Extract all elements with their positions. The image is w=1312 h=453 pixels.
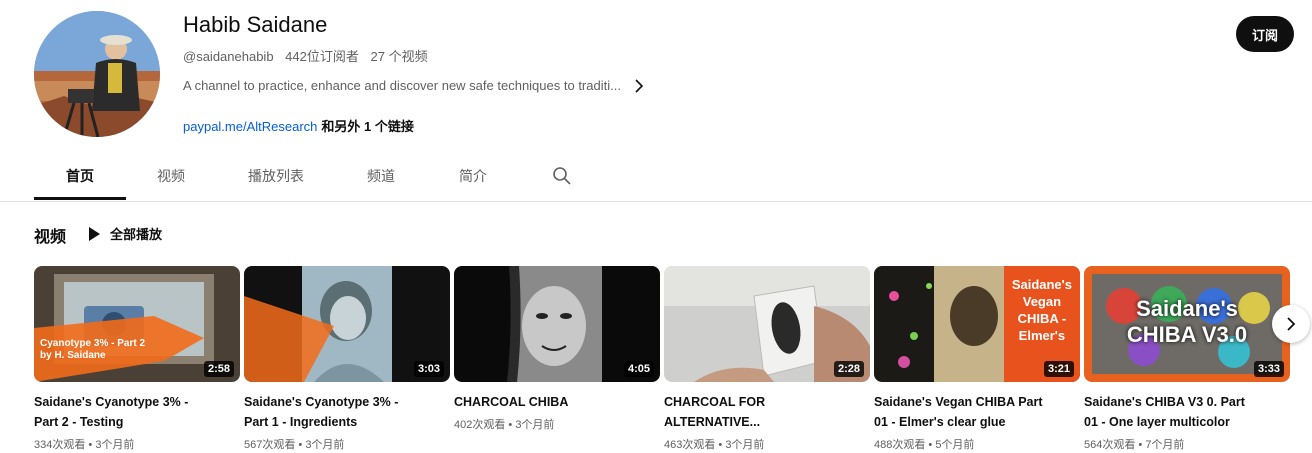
play-icon (89, 226, 100, 241)
chevron-right-icon[interactable] (633, 78, 645, 93)
tab-playlists[interactable]: 播放列表 (232, 157, 320, 198)
channel-tabs: 首页 视频 播放列表 频道 简介 (0, 157, 1312, 202)
description-text: A channel to practice, enhance and disco… (183, 78, 621, 93)
video-meta: 463次观看 • 3个月前 (664, 439, 765, 451)
video-meta: 334次观看 • 3个月前 (34, 439, 135, 451)
thumbnail-caption: Cyanotype 3% - Part 2 (40, 338, 146, 349)
video-title[interactable]: Saidane's CHIBA V3 0. Part 01 - One laye… (1084, 392, 1290, 432)
video-card[interactable]: Saidane's Vegan CHIBA - Elmer's 3:21 Sai… (874, 266, 1080, 452)
video-title[interactable]: Saidane's Cyanotype 3% - Part 1 - Ingred… (244, 392, 450, 432)
video-title-line: Saidane's Vegan CHIBA Part (874, 395, 1043, 409)
video-title-line: Saidane's CHIBA V3 0. Part (1084, 395, 1245, 409)
video-thumbnail[interactable]: 4:05 (454, 266, 660, 382)
video-duration: 2:28 (833, 361, 864, 377)
video-meta: 567次观看 • 3个月前 (244, 439, 345, 451)
play-all-label: 全部播放 (110, 227, 163, 242)
video-card[interactable]: Cyanotype 3% - Part 2 by H. Saidane 2:58… (34, 266, 240, 452)
channel-description[interactable]: A channel to practice, enhance and disco… (183, 78, 645, 93)
video-title-line: ALTERNATIVE... (664, 415, 761, 429)
tab-channels[interactable]: 频道 (352, 157, 410, 198)
video-duration: 3:21 (1043, 361, 1074, 377)
thumbnail-caption: Saidane's (1136, 296, 1238, 321)
video-title[interactable]: Saidane's Vegan CHIBA Part 01 - Elmer's … (874, 392, 1080, 432)
channel-handle: @saidanehabib (183, 49, 274, 64)
thumbnail-caption: CHIBA - (1017, 311, 1067, 326)
subscribe-button[interactable]: 订阅 (1236, 16, 1294, 52)
tab-home[interactable]: 首页 (34, 157, 126, 200)
video-count: 27 个视频 (370, 49, 428, 64)
channel-meta: @saidanehabib 442位订阅者 27 个视频 (183, 46, 436, 65)
video-title[interactable]: Saidane's Cyanotype 3% - Part 2 - Testin… (34, 392, 240, 432)
video-thumbnail[interactable]: Saidane's Vegan CHIBA - Elmer's 3:21 (874, 266, 1080, 382)
thumbnail-caption: Elmer's (1018, 328, 1066, 343)
video-meta: 488次观看 • 5个月前 (874, 439, 975, 451)
section-title: 视频 (34, 229, 67, 246)
video-thumbnail[interactable]: 2:28 (664, 266, 870, 382)
video-title-line: 01 - Elmer's clear glue (874, 415, 1006, 429)
tab-videos[interactable]: 视频 (142, 157, 200, 198)
thumbnail-caption: by H. Saidane (40, 350, 106, 361)
subscriber-count: 442位订阅者 (285, 49, 359, 64)
video-title-line: Saidane's Cyanotype 3% - (34, 395, 189, 409)
video-title-line: Part 1 - Ingredients (244, 415, 358, 429)
video-title[interactable]: CHARCOAL FOR ALTERNATIVE... (664, 392, 870, 432)
more-links[interactable]: 和另外 1 个链接 (321, 119, 413, 134)
video-thumbnail[interactable]: Cyanotype 3% - Part 2 by H. Saidane 2:58 (34, 266, 240, 382)
video-duration: 4:05 (623, 361, 654, 377)
video-title-line: 01 - One layer multicolor (1084, 415, 1230, 429)
channel-name: Habib Saidane (183, 12, 328, 37)
tab-about[interactable]: 简介 (444, 157, 502, 198)
thumbnail-caption: Vegan (1022, 294, 1062, 309)
video-meta: 402次观看 • 3个月前 (454, 419, 555, 431)
video-title-line: Saidane's Cyanotype 3% - (244, 395, 399, 409)
next-arrow-icon[interactable] (1272, 305, 1310, 343)
video-card[interactable]: 3:03 Saidane's Cyanotype 3% - Part 1 - I… (244, 266, 450, 452)
video-card[interactable]: 2:28 CHARCOAL FOR ALTERNATIVE... 463次观看 … (664, 266, 870, 452)
play-all-button[interactable]: 全部播放 (88, 224, 162, 243)
video-thumbnail[interactable]: Saidane's CHIBA V3.0 3:33 (1084, 266, 1290, 382)
video-title-line: Part 2 - Testing (34, 415, 124, 429)
video-duration: 3:33 (1253, 361, 1284, 377)
channel-avatar (34, 11, 160, 137)
video-card[interactable]: 4:05 CHARCOAL CHIBA 402次观看 • 3个月前 (454, 266, 660, 432)
video-meta: 564次观看 • 7个月前 (1084, 439, 1185, 451)
thumbnail-caption: CHIBA V3.0 (1126, 322, 1248, 347)
paypal-link[interactable]: paypal.me/AltResearch (183, 119, 317, 134)
thumbnail-caption: Saidane's (1011, 277, 1072, 292)
video-card[interactable]: Saidane's CHIBA V3.0 3:33 Saidane's CHIB… (1084, 266, 1290, 452)
video-thumbnail[interactable]: 3:03 (244, 266, 450, 382)
video-title[interactable]: CHARCOAL CHIBA (454, 392, 660, 412)
video-title-line: CHARCOAL CHIBA (454, 395, 569, 409)
search-icon[interactable] (552, 166, 572, 191)
channel-links: paypal.me/AltResearch 和另外 1 个链接 (183, 116, 414, 135)
video-duration: 3:03 (413, 361, 444, 377)
video-title-line: CHARCOAL FOR (664, 395, 766, 409)
video-duration: 2:58 (203, 361, 234, 377)
